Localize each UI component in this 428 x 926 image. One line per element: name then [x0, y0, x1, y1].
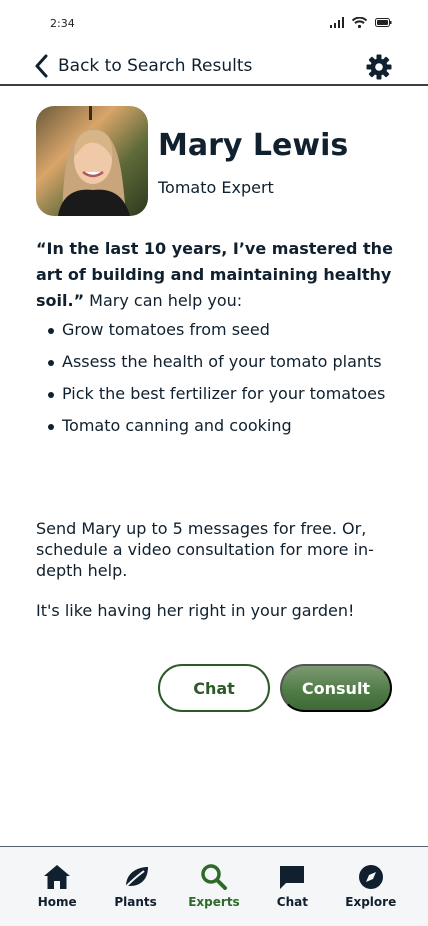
- list-item: Tomato canning and cooking: [48, 416, 388, 436]
- tab-label: Explore: [345, 895, 397, 909]
- settings-button[interactable]: [366, 54, 392, 80]
- list-item: Grow tomatoes from seed: [48, 320, 388, 340]
- expert-name: Mary Lewis: [158, 128, 349, 163]
- garden-note: It's like having her right in your garde…: [36, 601, 355, 620]
- tab-explore[interactable]: Explore: [336, 847, 406, 926]
- status-bar: 2:34: [0, 0, 428, 48]
- home-icon: [43, 863, 71, 891]
- bio-lead-text: Mary can help you:: [84, 291, 243, 310]
- offer-description: Send Mary up to 5 messages for free. Or,…: [36, 519, 374, 580]
- battery-icon: [375, 18, 392, 27]
- tab-chat[interactable]: Chat: [257, 847, 327, 926]
- expert-bio: “In the last 10 years, I’ve mastered the…: [36, 236, 400, 314]
- chevron-left-icon: [35, 54, 48, 78]
- leaf-icon: [122, 863, 150, 891]
- chat-button[interactable]: Chat: [158, 664, 270, 712]
- gear-icon: [366, 54, 392, 80]
- tab-experts[interactable]: Experts: [179, 847, 249, 926]
- back-link-label: Back to Search Results: [58, 56, 253, 76]
- tab-home[interactable]: Home: [22, 847, 92, 926]
- list-item: Assess the health of your tomato plants: [48, 352, 388, 372]
- tab-label: Experts: [188, 895, 240, 909]
- expert-title: Tomato Expert: [158, 178, 274, 197]
- status-icons: [330, 17, 392, 28]
- skills-list: Grow tomatoes from seed Assess the healt…: [48, 320, 388, 448]
- top-navigation-bar: Back to Search Results: [0, 48, 428, 86]
- signal-icon: [330, 17, 344, 28]
- status-time: 2:34: [50, 17, 75, 30]
- tab-plants[interactable]: Plants: [101, 847, 171, 926]
- expert-portrait-image: [36, 106, 148, 216]
- consult-button[interactable]: Consult: [280, 664, 392, 712]
- tab-label: Plants: [114, 895, 157, 909]
- back-to-search-results-link[interactable]: Back to Search Results: [34, 54, 252, 78]
- search-icon: [200, 863, 228, 891]
- chat-bubble-icon: [278, 863, 306, 891]
- wifi-icon: [352, 17, 367, 28]
- bottom-tab-bar: Home Plants Experts Chat Explore: [0, 846, 428, 926]
- tab-label: Home: [37, 895, 77, 909]
- tab-label: Chat: [276, 895, 308, 909]
- list-item: Pick the best fertilizer for your tomato…: [48, 384, 388, 404]
- expert-profile-header: Mary Lewis Tomato Expert: [36, 106, 396, 218]
- compass-icon: [357, 863, 385, 891]
- avatar: [36, 106, 148, 216]
